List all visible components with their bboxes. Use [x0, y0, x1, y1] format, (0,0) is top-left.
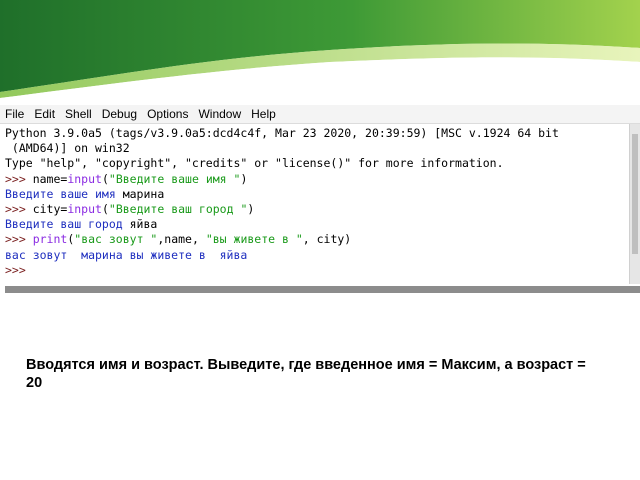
shell-builtin: input — [67, 202, 102, 217]
shell-text: ( — [101, 171, 109, 186]
shell-text: (AMD64)] on win32 — [5, 141, 130, 156]
shell-line: >>> name=input("Введите ваше имя ") — [5, 172, 630, 187]
shell-line: Введите ваш город яйва — [5, 217, 630, 232]
shell-text: яйва — [129, 217, 158, 232]
vertical-scrollbar[interactable] — [629, 124, 640, 284]
menu-file[interactable]: File — [5, 107, 24, 121]
shell-line: >>> — [5, 263, 630, 278]
shell-line: вас зовут марина вы живете в яйва — [5, 248, 630, 263]
menu-window[interactable]: Window — [198, 107, 241, 121]
shell-builtin: input — [67, 171, 102, 186]
shell-bottom-border — [5, 286, 640, 293]
shell-text: ( — [101, 202, 109, 217]
shell-text: марина — [122, 186, 165, 201]
shell-line: Введите ваше имя марина — [5, 187, 630, 202]
shell-text: name= — [32, 171, 68, 186]
python-idle-shell-window: File Edit Shell Debug Options Window Hel… — [0, 105, 640, 293]
shell-output: Введите ваш город — [5, 217, 130, 232]
task-text: Вводятся имя и возраст. Выведите, где вв… — [26, 357, 586, 391]
menu-bar: File Edit Shell Debug Options Window Hel… — [0, 105, 640, 124]
shell-line: >>> print("вас зовут ",name, "вы живете … — [5, 232, 630, 247]
shell-string: "Введите ваше имя " — [108, 171, 241, 186]
banner-graphic — [0, 0, 640, 100]
shell-line: Python 3.9.0a5 (tags/v3.9.0a5:dcd4c4f, M… — [5, 126, 630, 141]
shell-line: Type "help", "copyright", "credits" or "… — [5, 156, 630, 171]
shell-builtin: print — [32, 232, 68, 247]
shell-prompt: >>> — [5, 232, 33, 247]
menu-debug[interactable]: Debug — [102, 107, 137, 121]
shell-output: Введите ваше имя — [5, 186, 123, 201]
shell-output: вас зовут марина вы живете в яйва — [5, 247, 248, 262]
shell-text: ) — [247, 202, 255, 217]
shell-line: >>> city=input("Введите ваш город ") — [5, 202, 630, 217]
shell-string: "вы живете в " — [205, 232, 303, 247]
shell-text: Type "help", "copyright", "credits" or "… — [5, 156, 504, 171]
menu-options[interactable]: Options — [147, 107, 188, 121]
shell-text: , city) — [302, 232, 352, 247]
shell-prompt: >>> — [5, 262, 33, 277]
menu-shell[interactable]: Shell — [65, 107, 92, 121]
scrollbar-thumb[interactable] — [632, 134, 638, 254]
menu-help[interactable]: Help — [251, 107, 276, 121]
shell-prompt: >>> — [5, 202, 33, 217]
shell-text: ) — [240, 171, 248, 186]
decorative-banner — [0, 0, 640, 100]
shell-text: Python 3.9.0a5 (tags/v3.9.0a5:dcd4c4f, M… — [5, 126, 559, 140]
shell-string: "вас зовут " — [74, 232, 158, 247]
shell-text-area[interactable]: Python 3.9.0a5 (tags/v3.9.0a5:dcd4c4f, M… — [0, 124, 630, 284]
menu-edit[interactable]: Edit — [34, 107, 55, 121]
shell-prompt: >>> — [5, 171, 33, 186]
shell-line: (AMD64)] on win32 — [5, 141, 630, 156]
shell-string: "Введите ваш город " — [108, 202, 248, 217]
shell-text: city= — [32, 202, 68, 217]
shell-text: ,name, — [157, 232, 206, 247]
